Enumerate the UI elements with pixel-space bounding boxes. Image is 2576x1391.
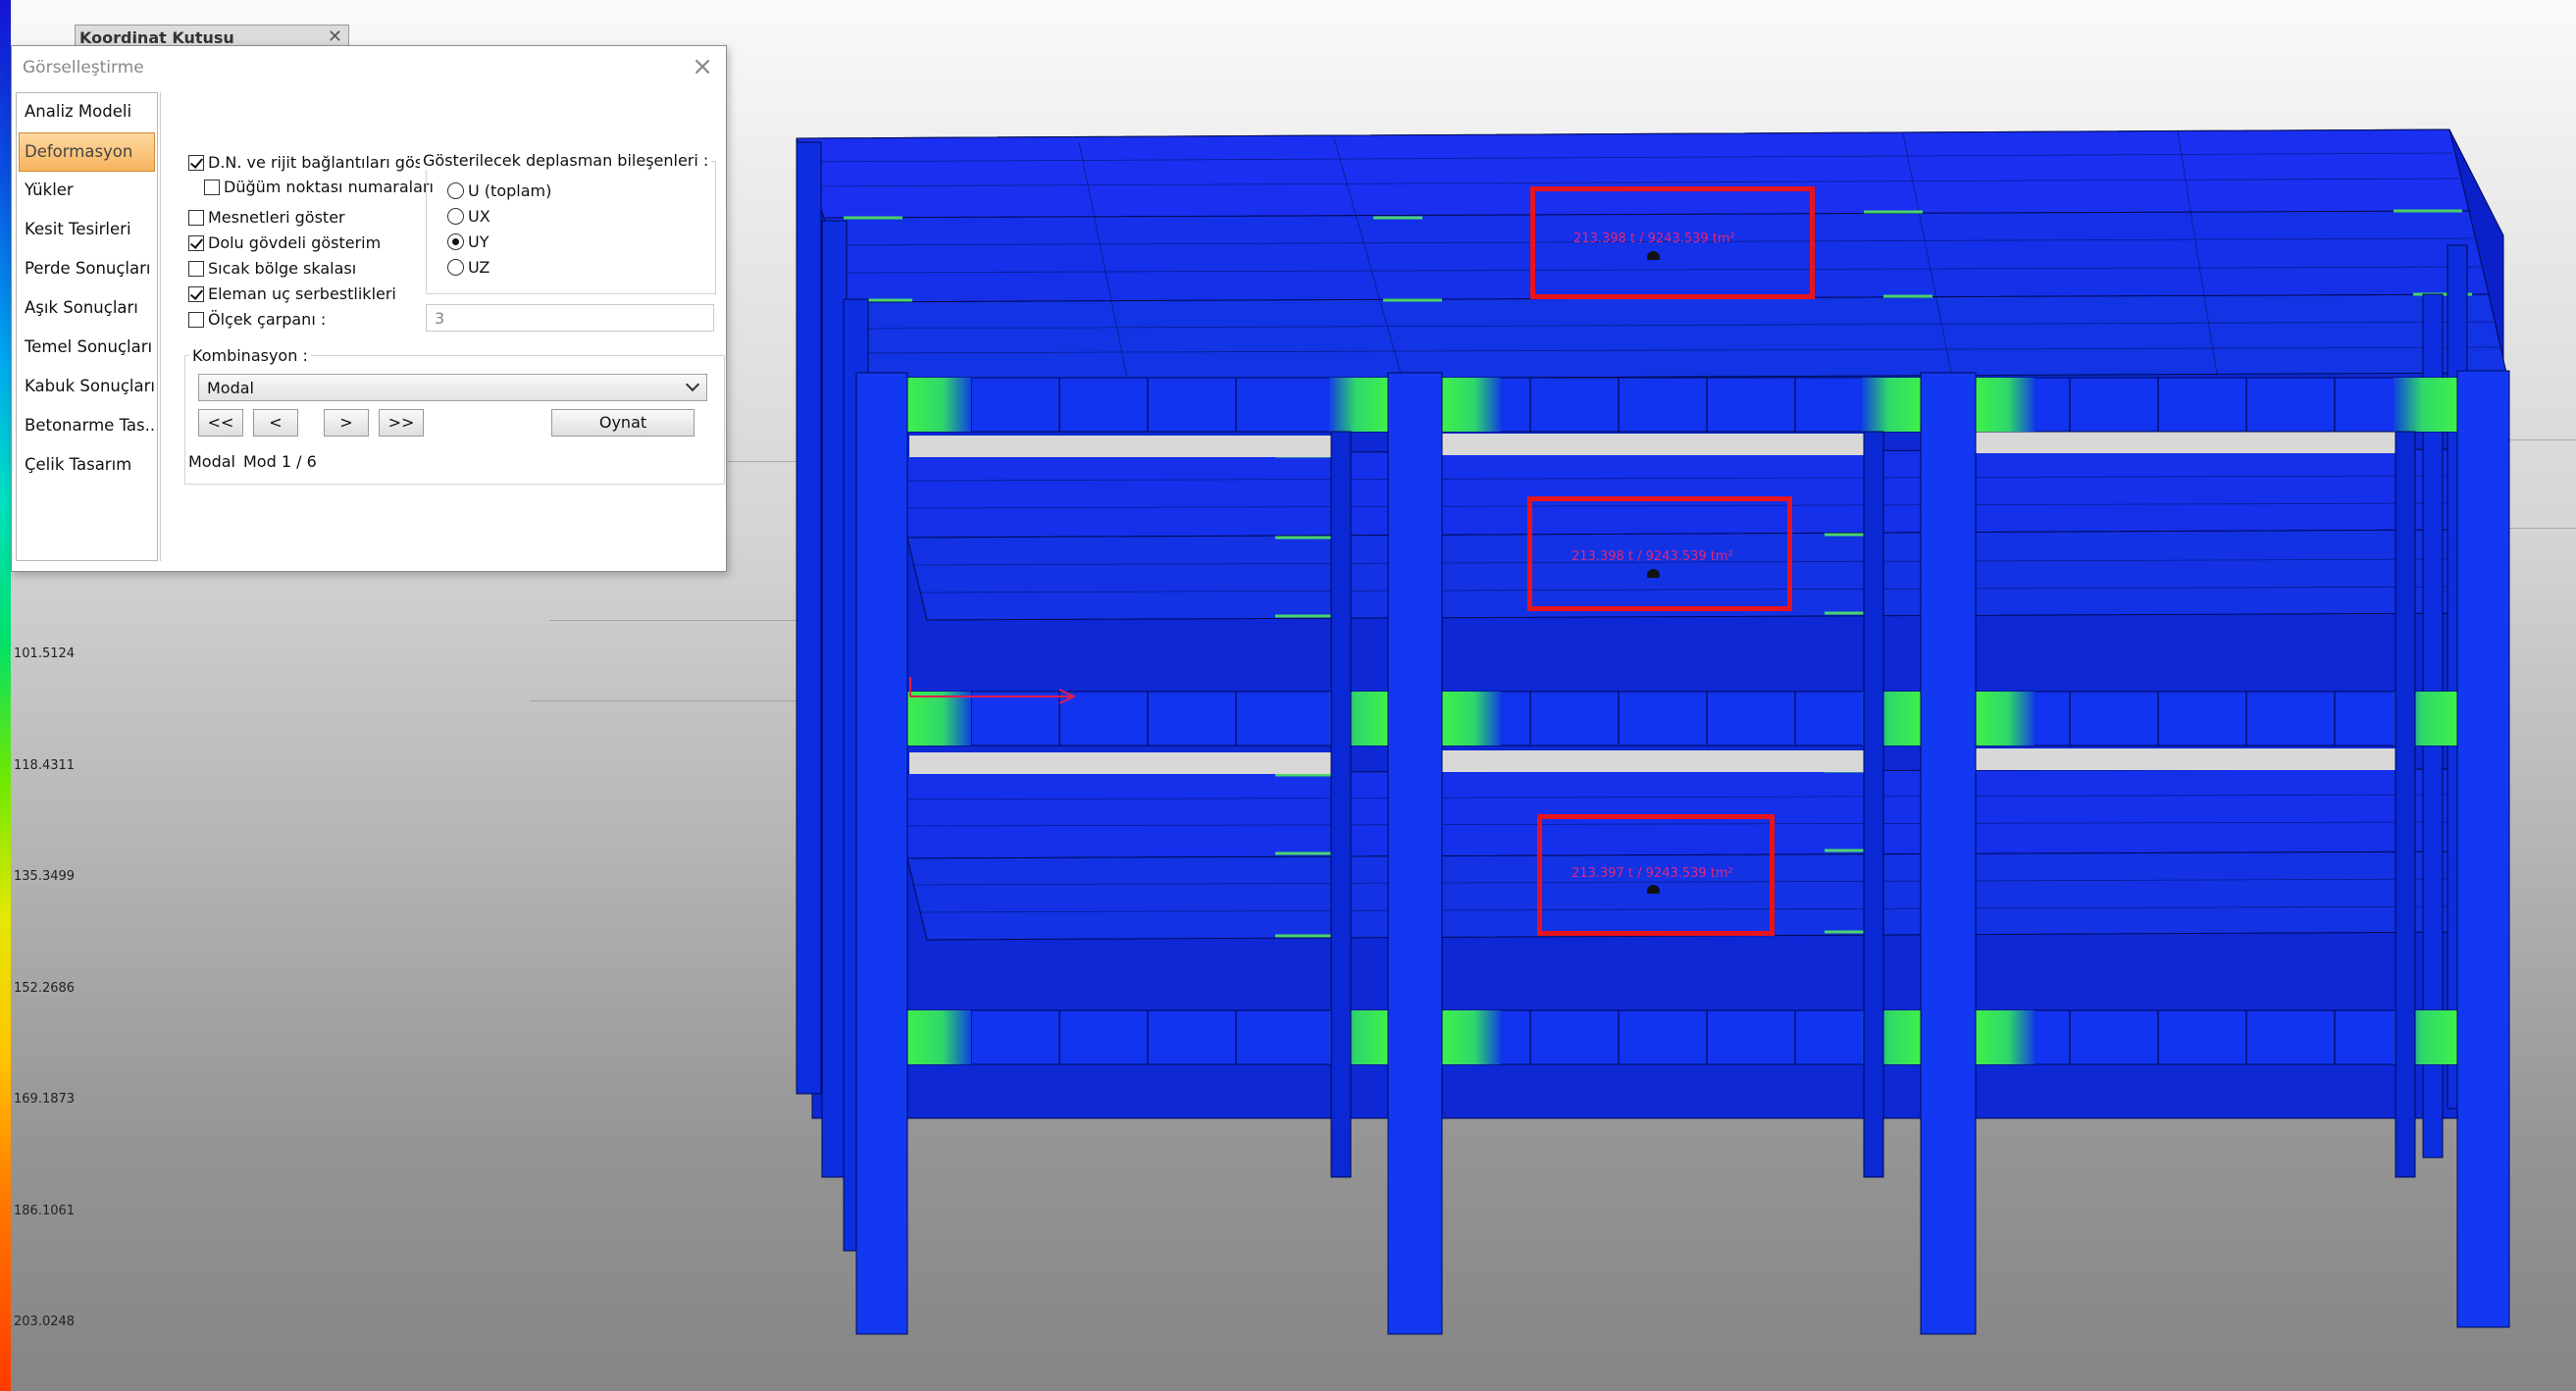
checkbox-label: Sıcak bölge skalası xyxy=(208,259,357,278)
checkbox-label: Eleman uç serbestlikleri xyxy=(208,284,396,303)
prev-mode-button[interactable]: < xyxy=(253,409,298,437)
mass-center-icon xyxy=(1647,885,1660,894)
mass-label: 213.397 t / 9243.539 tm² xyxy=(1571,866,1733,881)
scale-factor-checkbox[interactable]: Ölçek çarpanı : xyxy=(188,310,326,329)
nav-item-deformasyon[interactable]: Deformasyon xyxy=(19,132,155,172)
checkbox-checked-icon[interactable] xyxy=(188,154,204,171)
category-nav: Analiz Modeli Deformasyon Yükler Kesit T… xyxy=(16,92,158,561)
solid-view-checkbox[interactable]: Dolu gövdeli gösterim xyxy=(188,233,381,252)
nav-item-betonarme-tasarim[interactable]: Betonarme Tas... xyxy=(17,407,157,446)
radio-icon[interactable] xyxy=(447,182,464,199)
radio-u-total[interactable]: U (toplam) xyxy=(447,181,551,200)
mass-label: 213.398 t / 9243.539 tm² xyxy=(1573,232,1735,246)
checkbox-icon[interactable] xyxy=(204,179,220,195)
checkbox-label: Mesnetleri göster xyxy=(208,208,345,227)
end-releases-checkbox[interactable]: Eleman uç serbestlikleri xyxy=(188,284,396,303)
radio-icon[interactable] xyxy=(447,259,464,276)
scale-factor-input[interactable] xyxy=(426,304,714,332)
selected-value: Modal xyxy=(207,379,254,397)
radio-uy[interactable]: UY xyxy=(447,232,489,251)
close-icon[interactable]: × xyxy=(692,52,713,81)
radio-ux[interactable]: UX xyxy=(447,207,490,226)
combination-status-name: Modal xyxy=(188,452,235,471)
radio-label: UY xyxy=(468,232,489,251)
nav-item-kabuk-sonuclari[interactable]: Kabuk Sonuçları xyxy=(17,368,157,407)
nav-item-temel-sonuclari[interactable]: Temel Sonuçları xyxy=(17,329,157,368)
group-title: Kombinasyon : xyxy=(189,346,311,365)
checkbox-label: Dolu gövdeli gösterim xyxy=(208,233,382,252)
mode-counter: Mod 1 / 6 xyxy=(243,452,317,471)
combination-select[interactable]: Modal xyxy=(198,374,707,401)
hot-zone-scale-checkbox[interactable]: Sıcak bölge skalası xyxy=(188,259,356,278)
nav-item-celik-tasarim[interactable]: Çelik Tasarım xyxy=(17,446,157,486)
nav-item-kesit-tesirleri[interactable]: Kesit Tesirleri xyxy=(17,211,157,250)
mass-center-icon xyxy=(1647,251,1660,260)
group-title: Gösterilecek deplasman bileşenleri : xyxy=(420,151,712,170)
checkbox-label: Ölçek çarpanı : xyxy=(208,310,327,329)
chevron-down-icon xyxy=(685,377,700,392)
mass-center-icon xyxy=(1647,569,1660,578)
checkbox-icon[interactable] xyxy=(188,311,204,328)
gorsellestirme-dialog: Görselleştirme × Analiz Modeli Deformasy… xyxy=(11,45,727,572)
checkbox-checked-icon[interactable] xyxy=(188,285,204,302)
radio-selected-icon[interactable] xyxy=(447,233,464,250)
checkbox-icon[interactable] xyxy=(188,209,204,226)
last-mode-button[interactable]: >> xyxy=(379,409,424,437)
first-mode-button[interactable]: << xyxy=(198,409,243,437)
checkbox-checked-icon[interactable] xyxy=(188,234,204,251)
checkbox-label: Düğüm noktası numaraları xyxy=(224,178,434,196)
radio-uz[interactable]: UZ xyxy=(447,258,489,277)
show-supports-checkbox[interactable]: Mesnetleri göster xyxy=(188,208,345,227)
deformation-options-panel: D.N. ve rijit bağlantıları göster Düğüm … xyxy=(160,92,725,561)
nav-item-asik-sonuclari[interactable]: Aşık Sonuçları xyxy=(17,289,157,329)
next-mode-button[interactable]: > xyxy=(324,409,369,437)
node-numbers-checkbox[interactable]: Düğüm noktası numaraları xyxy=(204,178,434,196)
show-dn-rigid-checkbox[interactable]: D.N. ve rijit bağlantıları göster xyxy=(188,153,445,172)
play-button[interactable]: Oynat xyxy=(551,409,695,437)
radio-label: UZ xyxy=(468,258,490,277)
mass-label: 213.398 t / 9243.539 tm² xyxy=(1571,549,1733,564)
nav-item-analiz-modeli[interactable]: Analiz Modeli xyxy=(17,93,157,132)
checkbox-label: D.N. ve rijit bağlantıları göster xyxy=(208,153,445,172)
radio-icon[interactable] xyxy=(447,208,464,225)
radio-label: U (toplam) xyxy=(468,181,552,200)
radio-label: UX xyxy=(468,207,490,226)
nav-item-perde-sonuclari[interactable]: Perde Sonuçları xyxy=(17,250,157,289)
dialog-title: Görselleştirme xyxy=(23,58,144,77)
checkbox-icon[interactable] xyxy=(188,260,204,277)
nav-item-yukler[interactable]: Yükler xyxy=(17,172,157,211)
